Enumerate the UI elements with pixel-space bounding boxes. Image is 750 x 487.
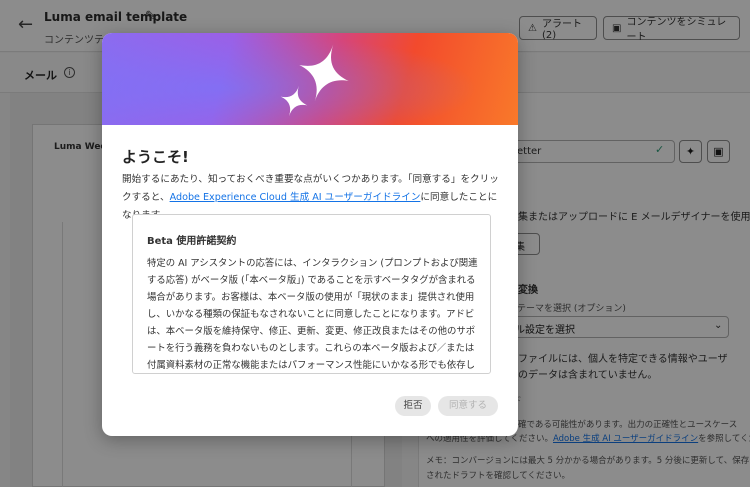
agree-button[interactable]: 同意する	[438, 396, 498, 416]
decline-button[interactable]: 拒否	[395, 396, 431, 416]
terms-box[interactable]: Beta 使用許諾契約 特定の AI アシスタントの応答には、インタラクション …	[132, 214, 491, 374]
sparkle-icon	[102, 33, 518, 125]
welcome-dialog: ようこそ! 開始するにあたり、知っておくべき重要な点がいくつかあります。「同意す…	[102, 33, 518, 436]
guidelines-link[interactable]: Adobe Experience Cloud 生成 AI ユーザーガイドライン	[170, 192, 421, 203]
hero-banner	[102, 33, 518, 125]
terms-title: Beta 使用許諾契約	[147, 236, 237, 247]
dialog-title: ようこそ!	[122, 148, 189, 166]
terms-body: 特定の AI アシスタントの応答には、インタラクション (プロンプトおよび関連す…	[147, 258, 478, 371]
